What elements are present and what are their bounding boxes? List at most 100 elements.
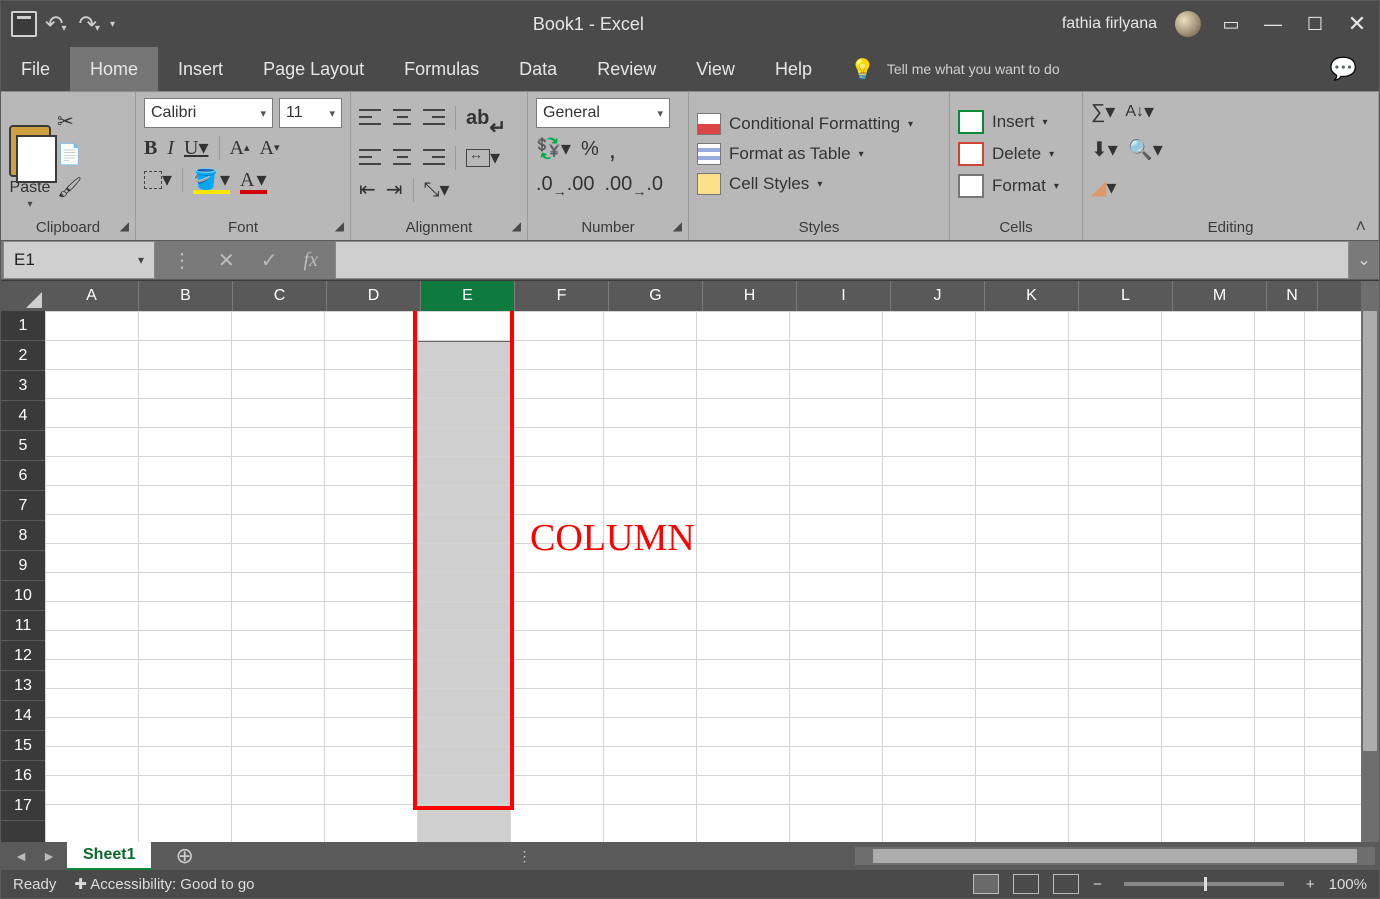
fx-more-icon[interactable]: ⋮ [172, 248, 192, 273]
column-header-N[interactable]: N [1267, 281, 1318, 311]
cell-styles-button[interactable]: Cell Styles ▾ [697, 173, 941, 195]
row-header-10[interactable]: 10 [1, 581, 45, 611]
page-layout-view-icon[interactable] [1013, 874, 1039, 894]
column-header-J[interactable]: J [891, 281, 985, 311]
grow-font-icon[interactable]: A▴ [230, 138, 250, 158]
tab-help[interactable]: Help [755, 47, 832, 91]
row-header-17[interactable]: 17 [1, 791, 45, 821]
column-header-A[interactable]: A [45, 281, 139, 311]
font-size-combo[interactable]: 11▾ [279, 98, 342, 128]
orientation-icon[interactable]: ⤡ ▾ [424, 180, 450, 200]
column-header-G[interactable]: G [609, 281, 703, 311]
underline-button[interactable]: U ▾ [184, 138, 209, 158]
name-box[interactable]: E1▾ [3, 241, 155, 279]
user-name[interactable]: fathia firlyana [1062, 15, 1157, 33]
tab-data[interactable]: Data [499, 47, 577, 91]
column-header-B[interactable]: B [139, 281, 233, 311]
zoom-out-icon[interactable]: − [1093, 876, 1102, 893]
tab-insert[interactable]: Insert [158, 47, 243, 91]
comments-icon[interactable]: 💬 [1308, 47, 1379, 91]
minimize-icon[interactable]: — [1261, 14, 1285, 35]
zoom-level[interactable]: 100% [1329, 876, 1367, 893]
row-header-12[interactable]: 12 [1, 641, 45, 671]
paste-button[interactable]: Paste ▾ [9, 98, 51, 210]
column-header-H[interactable]: H [703, 281, 797, 311]
tab-scroll-vdots-icon[interactable]: ⋮ [517, 848, 531, 865]
decrease-decimal-icon[interactable]: .00→.0 [605, 170, 664, 198]
tab-file[interactable]: File [1, 47, 70, 91]
increase-decimal-icon[interactable]: .0→.00 [536, 170, 595, 198]
decrease-indent-icon[interactable]: ⇤ [359, 180, 376, 200]
percent-icon[interactable]: % [581, 139, 599, 159]
column-header-D[interactable]: D [327, 281, 421, 311]
sheet-tab[interactable]: Sheet1 [67, 842, 151, 871]
accounting-format-icon[interactable]: 💱▾ [536, 139, 571, 159]
close-icon[interactable]: ✕ [1345, 11, 1369, 37]
ribbon-display-icon[interactable]: ▭ [1219, 14, 1243, 35]
horizontal-scrollbar[interactable] [855, 847, 1375, 865]
number-format-combo[interactable]: General▾ [536, 98, 670, 128]
row-header-3[interactable]: 3 [1, 371, 45, 401]
column-header-L[interactable]: L [1079, 281, 1173, 311]
shrink-font-icon[interactable]: A▾ [260, 138, 280, 158]
format-painter-icon[interactable]: 🖌 [57, 175, 82, 200]
zoom-in-icon[interactable]: + [1306, 876, 1315, 893]
sort-filter-icon[interactable]: A↓▾ [1125, 102, 1154, 122]
borders-button[interactable]: ▾ [144, 170, 172, 190]
page-break-view-icon[interactable] [1053, 874, 1079, 894]
row-header-7[interactable]: 7 [1, 491, 45, 521]
bold-button[interactable]: B [144, 138, 157, 158]
tab-review[interactable]: Review [577, 47, 676, 91]
column-header-E[interactable]: E [421, 281, 515, 311]
conditional-formatting-button[interactable]: Conditional Formatting ▾ [697, 113, 941, 135]
copy-icon[interactable]: 📄 [57, 142, 82, 167]
row-header-13[interactable]: 13 [1, 671, 45, 701]
italic-button[interactable]: I [167, 138, 174, 158]
maximize-icon[interactable]: ☐ [1303, 14, 1327, 35]
comma-icon[interactable]: , [609, 136, 616, 162]
align-middle-icon[interactable] [391, 109, 413, 127]
tab-formulas[interactable]: Formulas [384, 47, 499, 91]
accessibility-status[interactable]: ✚ Accessibility: Good to go [74, 875, 254, 893]
wrap-text-icon[interactable]: ab↵ [466, 98, 506, 138]
align-center-icon[interactable] [391, 149, 413, 167]
increase-indent-icon[interactable]: ⇥ [386, 180, 403, 200]
font-name-combo[interactable]: Calibri▾ [144, 98, 273, 128]
row-header-6[interactable]: 6 [1, 461, 45, 491]
column-header-C[interactable]: C [233, 281, 327, 311]
row-header-14[interactable]: 14 [1, 701, 45, 731]
launcher-icon[interactable]: ◢ [335, 214, 344, 238]
row-header-9[interactable]: 9 [1, 551, 45, 581]
new-sheet-icon[interactable]: ⊕ [175, 843, 193, 869]
font-color-button[interactable]: A▾ [240, 170, 267, 190]
column-header-M[interactable]: M [1173, 281, 1267, 311]
column-header-I[interactable]: I [797, 281, 891, 311]
launcher-icon[interactable]: ◢ [120, 214, 129, 238]
select-all-button[interactable] [1, 281, 45, 311]
tab-view[interactable]: View [676, 47, 755, 91]
align-right-icon[interactable] [423, 149, 445, 167]
row-header-16[interactable]: 16 [1, 761, 45, 791]
cancel-entry-icon[interactable]: ✕ [218, 248, 235, 273]
vertical-scrollbar[interactable] [1361, 281, 1379, 842]
redo-button[interactable]: ↷▾ [78, 11, 103, 37]
fill-color-button[interactable]: 🪣▾ [193, 170, 230, 190]
row-header-4[interactable]: 4 [1, 401, 45, 431]
clear-icon[interactable]: ◢ ▾ [1091, 178, 1116, 198]
find-select-icon[interactable]: 🔍 ▾ [1128, 140, 1163, 160]
save-icon[interactable] [11, 11, 37, 37]
expand-formula-bar-icon[interactable]: ⌄ [1349, 241, 1379, 279]
cut-icon[interactable]: ✂ [57, 109, 82, 134]
launcher-icon[interactable]: ◢ [512, 214, 521, 238]
tab-home[interactable]: Home [70, 47, 158, 91]
align-left-icon[interactable] [359, 149, 381, 167]
prev-sheet-icon[interactable]: ◄ [11, 848, 31, 864]
cells-area[interactable]: COLUMN [45, 311, 1361, 842]
formula-input[interactable] [335, 241, 1349, 279]
insert-cells-button[interactable]: Insert ▾ [958, 110, 1074, 134]
fx-icon[interactable]: fx [304, 249, 318, 272]
avatar[interactable] [1175, 11, 1201, 37]
delete-cells-button[interactable]: Delete ▾ [958, 142, 1074, 166]
column-header-F[interactable]: F [515, 281, 609, 311]
tab-page-layout[interactable]: Page Layout [243, 47, 384, 91]
